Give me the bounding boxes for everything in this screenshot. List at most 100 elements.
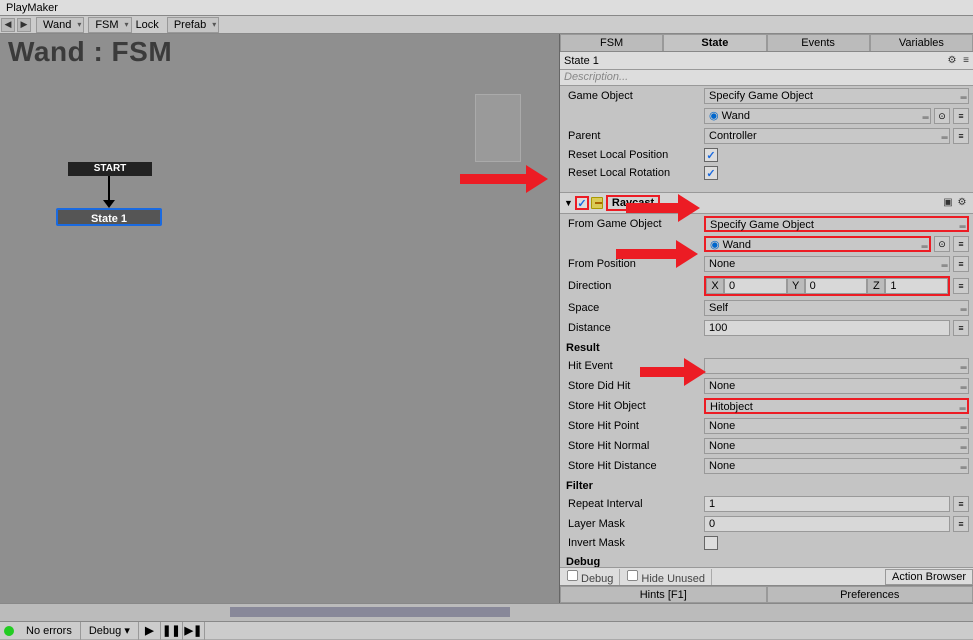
store-hit-normal-dropdown[interactable]: None: [704, 438, 969, 454]
canvas-scroll-horizontal[interactable]: [0, 603, 973, 621]
direction-vector3: X0 Y0 Z1: [704, 276, 950, 296]
dir-y-input[interactable]: 0: [805, 278, 868, 294]
label-game-object: Game Object: [564, 90, 704, 102]
store-hit-object-dropdown[interactable]: Hitobject: [704, 398, 969, 414]
label-space: Space: [564, 302, 704, 314]
game-object-dropdown[interactable]: Specify Game Object: [704, 88, 969, 104]
tab-preferences[interactable]: Preferences: [767, 586, 973, 603]
error-status[interactable]: No errors: [18, 622, 81, 640]
minimap[interactable]: [475, 94, 521, 162]
label-layer-mask: Layer Mask: [564, 518, 704, 530]
dir-z-input[interactable]: 1: [885, 278, 948, 294]
target-picker-icon[interactable]: ⊙: [934, 236, 950, 252]
label-repeat-interval: Repeat Interval: [564, 498, 704, 510]
prefab-dropdown[interactable]: Prefab: [167, 17, 219, 33]
repeat-interval-input[interactable]: 1: [704, 496, 950, 512]
reset-pos-checkbox[interactable]: ✓: [704, 148, 718, 162]
store-hit-distance-dropdown[interactable]: None: [704, 458, 969, 474]
state-name-input[interactable]: [560, 55, 945, 67]
space-dropdown[interactable]: Self: [704, 300, 969, 316]
label-invert-mask: Invert Mask: [564, 537, 704, 549]
var-toggle-button[interactable]: ≡: [953, 236, 969, 252]
action-gear-icon[interactable]: ⚙: [955, 196, 969, 210]
inspector-bottom-tabs: Hints [F1] Preferences: [560, 585, 973, 603]
graph-title: Wand : FSM: [8, 36, 172, 68]
label-from-position: From Position: [564, 258, 704, 270]
pause-icon[interactable]: ❚❚: [161, 622, 183, 640]
label-store-hit-object: Store Hit Object: [564, 400, 704, 412]
footer-debug-toggle[interactable]: Debug: [560, 569, 620, 585]
start-node[interactable]: START: [68, 162, 152, 176]
action-enabled-checkbox[interactable]: ✓: [575, 196, 589, 210]
fsm-dropdown[interactable]: FSM: [88, 17, 131, 33]
tab-events[interactable]: Events: [767, 34, 870, 51]
inspector-footer: Debug Hide Unused Action Browser: [560, 567, 973, 585]
distance-input[interactable]: 100: [704, 320, 950, 336]
nav-forward-icon[interactable]: ▶: [17, 18, 31, 32]
dir-z-label: Z: [867, 278, 885, 294]
reset-rot-checkbox[interactable]: ✓: [704, 166, 718, 180]
from-game-object-target[interactable]: ◉ Wand: [704, 236, 931, 252]
target-picker-icon[interactable]: ⊙: [934, 108, 950, 124]
lock-toggle[interactable]: Lock: [132, 16, 163, 34]
tab-state[interactable]: State: [663, 34, 766, 51]
debug-dropdown[interactable]: Debug ▾: [81, 622, 139, 640]
toolbar: ◀ ▶ Wand FSM Lock Prefab: [0, 16, 973, 34]
store-hit-point-dropdown[interactable]: None: [704, 418, 969, 434]
play-icon[interactable]: ▶: [139, 622, 161, 640]
action-raycast-title: Raycast: [606, 195, 660, 211]
action-help-icon[interactable]: ▣: [941, 196, 955, 210]
footer-hide-unused-toggle[interactable]: Hide Unused: [620, 569, 712, 585]
tab-hints[interactable]: Hints [F1]: [560, 586, 767, 603]
var-toggle-button[interactable]: ≡: [953, 128, 969, 144]
label-store-hit-distance: Store Hit Distance: [564, 460, 704, 472]
label-direction: Direction: [564, 280, 704, 292]
description-field[interactable]: Description...: [560, 70, 973, 86]
label-store-hit-normal: Store Hit Normal: [564, 440, 704, 452]
label-reset-rot: Reset Local Rotation: [564, 167, 704, 179]
var-toggle-button[interactable]: ≡: [953, 108, 969, 124]
store-did-hit-dropdown[interactable]: None: [704, 378, 969, 394]
from-position-dropdown[interactable]: None: [704, 256, 950, 272]
menu-icon[interactable]: ≡: [959, 54, 973, 68]
label-distance: Distance: [564, 322, 704, 334]
section-filter: Filter: [560, 476, 973, 494]
foldout-icon[interactable]: ▼: [564, 198, 573, 208]
label-store-did-hit: Store Did Hit: [564, 380, 704, 392]
label-parent: Parent: [564, 130, 704, 142]
tab-variables[interactable]: Variables: [870, 34, 973, 51]
status-led-icon: [4, 626, 14, 636]
layer-mask-input[interactable]: 0: [704, 516, 950, 532]
action-browser-button[interactable]: Action Browser: [885, 569, 973, 585]
game-object-target-text: Wand: [722, 110, 750, 122]
invert-mask-checkbox[interactable]: [704, 536, 718, 550]
var-toggle-button[interactable]: ≡: [953, 278, 969, 294]
section-result: Result: [560, 338, 973, 356]
tab-fsm[interactable]: FSM: [560, 34, 663, 51]
step-icon[interactable]: ▶❚: [183, 622, 205, 640]
var-toggle-button[interactable]: ≡: [953, 516, 969, 532]
var-toggle-button[interactable]: ≡: [953, 256, 969, 272]
var-toggle-button[interactable]: ≡: [953, 496, 969, 512]
scroll-thumb[interactable]: [230, 607, 510, 617]
var-toggle-button[interactable]: ≡: [953, 320, 969, 336]
nav-back-icon[interactable]: ◀: [1, 18, 15, 32]
gear-icon[interactable]: ⚙: [945, 54, 959, 68]
label-hit-event: Hit Event: [564, 360, 704, 372]
from-game-object-dropdown[interactable]: Specify Game Object: [704, 216, 969, 232]
titlebar: PlayMaker: [0, 0, 973, 16]
statusbar: No errors Debug ▾ ▶ ❚❚ ▶❚: [0, 621, 973, 639]
parent-dropdown[interactable]: Controller: [704, 128, 950, 144]
state-node[interactable]: State 1: [56, 208, 162, 226]
dir-x-label: X: [706, 278, 724, 294]
dir-x-input[interactable]: 0: [724, 278, 787, 294]
from-go-target-text: Wand: [723, 239, 751, 251]
dir-y-label: Y: [787, 278, 805, 294]
hit-event-dropdown[interactable]: [704, 358, 969, 374]
object-dropdown[interactable]: Wand: [36, 17, 84, 33]
transition-line: [108, 176, 110, 200]
graph-canvas[interactable]: Wand : FSM START State 1: [0, 34, 560, 603]
label-from-game-object: From Game Object: [564, 218, 704, 230]
inspector-tabs: FSM State Events Variables: [560, 34, 973, 52]
game-object-target[interactable]: ◉ Wand: [704, 108, 931, 124]
